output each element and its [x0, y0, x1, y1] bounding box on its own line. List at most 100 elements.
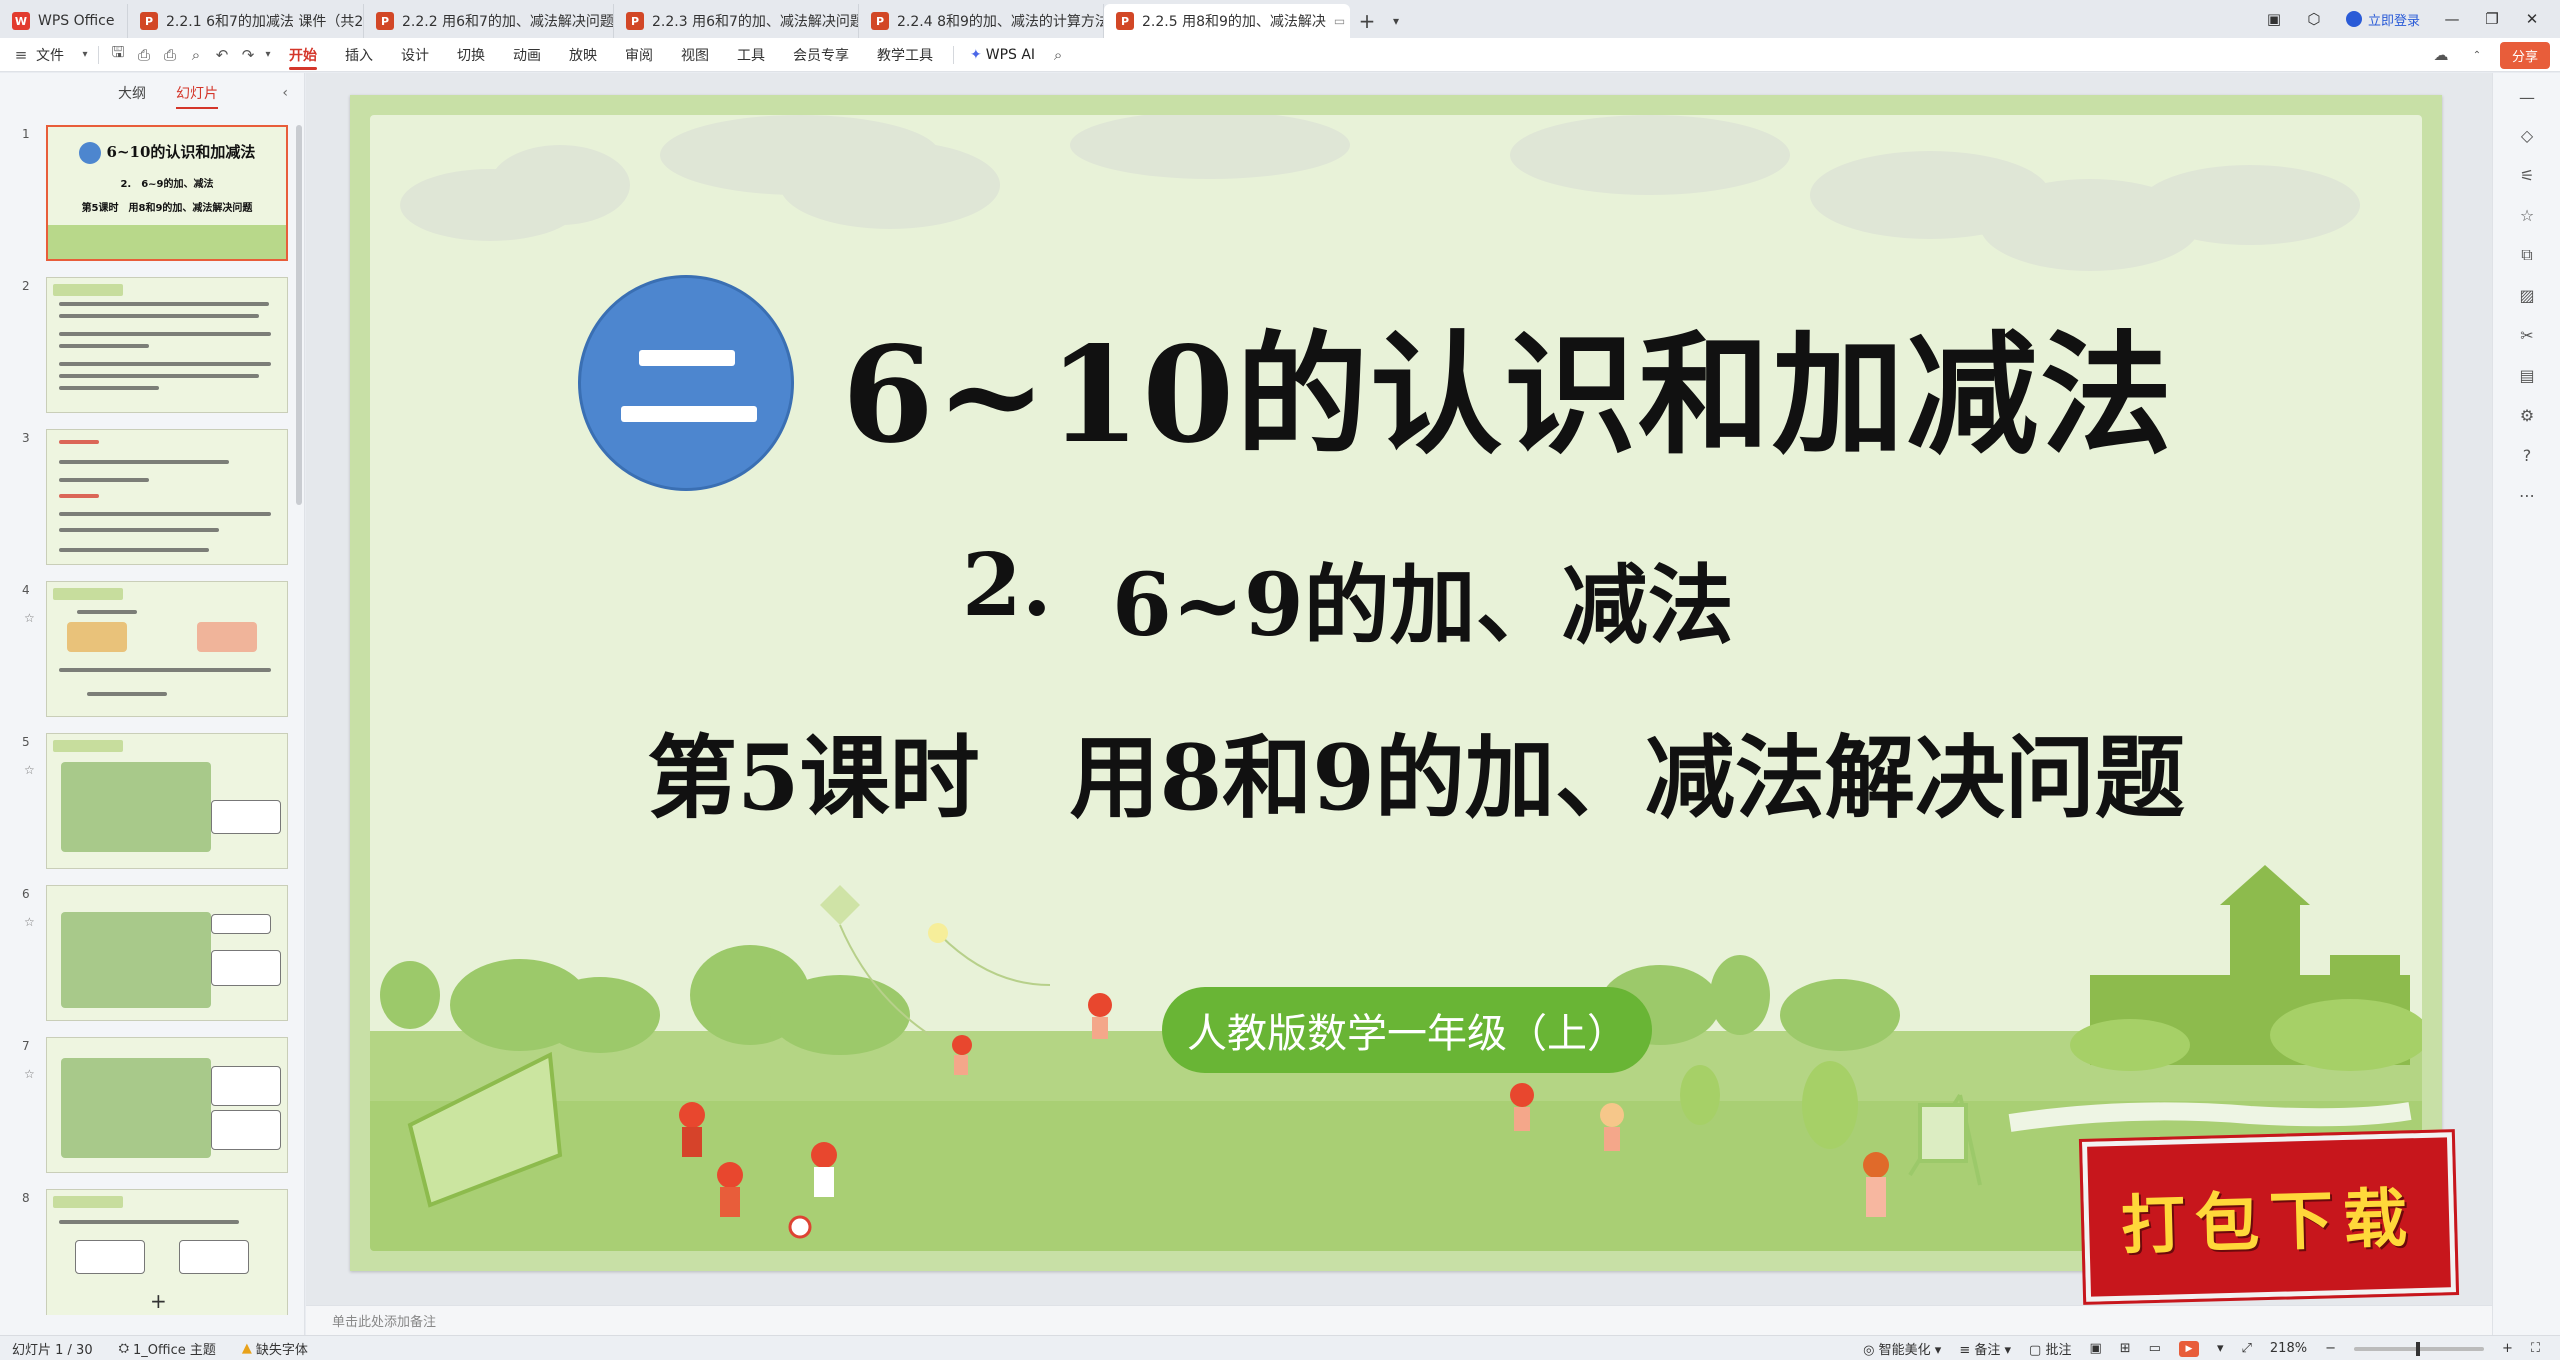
- help-icon[interactable]: ?: [2515, 443, 2539, 467]
- slide-thumbnail[interactable]: [46, 1037, 288, 1173]
- slide-thumbnail[interactable]: [46, 885, 288, 1021]
- fullscreen-icon[interactable]: ⛶: [2531, 1341, 2540, 1356]
- wps-ai-button[interactable]: ✦ WPS AI: [960, 47, 1045, 63]
- layers-icon[interactable]: ⧉: [2515, 243, 2539, 267]
- tab-document[interactable]: P 2.2.1 6和7的加减法 课件（共23张PPT: [128, 4, 364, 38]
- chevron-up-icon[interactable]: ⌃: [2464, 38, 2490, 72]
- collapse-panel-icon[interactable]: ‹: [282, 85, 288, 101]
- chevron-down-icon[interactable]: ▾: [78, 38, 92, 72]
- slide-thumbnail[interactable]: [46, 1189, 288, 1315]
- print-preview-icon[interactable]: ⌕: [183, 38, 209, 72]
- thumbnail-row[interactable]: 3: [0, 429, 300, 569]
- tab-outline[interactable]: 大纲: [118, 83, 146, 103]
- undo-icon[interactable]: ↶: [209, 38, 235, 72]
- zoom-slider[interactable]: [2353, 1341, 2484, 1356]
- slide[interactable]: 6~10的认识和加减法 2. 6~9的加、减法 第5课时 用8和9的加、减法解决…: [350, 95, 2442, 1271]
- thumbnail-row[interactable]: 1 6~10的认识和加减法 2. 6~9的加、减法 第5课时 用8和9的加、减法…: [0, 125, 300, 265]
- ribbon-tab-review[interactable]: 审阅: [611, 38, 667, 72]
- ribbon-tab-slideshow[interactable]: 放映: [555, 38, 611, 72]
- slide-thumbnail-selected[interactable]: 6~10的认识和加减法 2. 6~9的加、减法 第5课时 用8和9的加、减法解决…: [46, 125, 288, 261]
- tab-document-active[interactable]: P 2.2.5 用8和9的加、减法解决 ▭ ✕: [1104, 4, 1350, 38]
- star-icon[interactable]: ☆: [24, 915, 35, 929]
- tablet-mode-icon[interactable]: ▣: [2256, 4, 2292, 34]
- notes-pane[interactable]: 单击此处添加备注: [306, 1305, 2492, 1335]
- library-icon[interactable]: ▤: [2515, 363, 2539, 387]
- ribbon-tab-teaching[interactable]: 教学工具: [863, 38, 947, 72]
- cube-icon[interactable]: ⬡: [2296, 4, 2332, 34]
- cloud-sync-icon[interactable]: ☁: [2428, 38, 2454, 72]
- edition-label[interactable]: 人教版数学一年级（上）: [1162, 987, 1652, 1073]
- ribbon-tab-insert[interactable]: 插入: [331, 38, 387, 72]
- slide-thumbnail[interactable]: [46, 277, 288, 413]
- menu-icon[interactable]: ≡: [8, 38, 34, 72]
- zoom-out-icon[interactable]: −: [2325, 1341, 2336, 1356]
- file-menu[interactable]: 文件: [34, 38, 78, 72]
- zoom-slider-knob[interactable]: [2415, 1341, 2420, 1356]
- chevron-down-icon[interactable]: ▾: [261, 38, 275, 72]
- zoom-level[interactable]: 218%: [2270, 1341, 2307, 1356]
- login-button[interactable]: 立即登录: [2336, 10, 2430, 29]
- play-slideshow-icon[interactable]: ▶: [2178, 1340, 2199, 1357]
- slide-thumbnail[interactable]: [46, 733, 288, 869]
- minimize-pane-icon[interactable]: —: [2515, 85, 2539, 109]
- close-window-icon[interactable]: ✕: [2514, 4, 2550, 34]
- comments-toggle[interactable]: ▢ 批注: [2029, 1339, 2071, 1358]
- reading-view-icon[interactable]: ▭: [2149, 1341, 2161, 1356]
- ribbon-tab-animations[interactable]: 动画: [499, 38, 555, 72]
- thumbnail-row[interactable]: 5 ☆: [0, 733, 300, 873]
- minimize-icon[interactable]: —: [2434, 4, 2470, 34]
- chevron-down-icon[interactable]: ▾: [1384, 4, 1408, 38]
- ribbon-tab-design[interactable]: 设计: [387, 38, 443, 72]
- print-icon[interactable]: ⎙: [157, 38, 183, 72]
- slide-canvas[interactable]: 6~10的认识和加减法 2. 6~9的加、减法 第5课时 用8和9的加、减法解决…: [306, 73, 2492, 1305]
- zoom-in-icon[interactable]: +: [2502, 1341, 2513, 1356]
- lesson-title[interactable]: 第5课时 用8和9的加、减法解决问题: [506, 705, 2326, 835]
- section-number[interactable]: 2.: [962, 535, 1052, 636]
- shapes-icon[interactable]: ◇: [2515, 123, 2539, 147]
- chevron-down-icon[interactable]: ▾: [2217, 1341, 2224, 1356]
- adjust-icon[interactable]: ⚟: [2515, 163, 2539, 187]
- missing-font-button[interactable]: ▲ 缺失字体: [242, 1339, 308, 1358]
- ribbon-tab-transitions[interactable]: 切换: [443, 38, 499, 72]
- new-tab-button[interactable]: +: [1350, 4, 1384, 38]
- ribbon-tab-member[interactable]: 会员专享: [779, 38, 863, 72]
- ribbon-tab-home[interactable]: 开始: [275, 38, 331, 72]
- sorter-view-icon[interactable]: ⊞: [2120, 1341, 2131, 1356]
- thumbnail-row[interactable]: 6 ☆: [0, 885, 300, 1025]
- add-slide-button[interactable]: +: [150, 1289, 167, 1313]
- star-icon[interactable]: ☆: [2515, 203, 2539, 227]
- thumbnail-scrollbar[interactable]: [296, 125, 302, 505]
- tab-document[interactable]: P 2.2.3 用6和7的加、减法解决问题（: [614, 4, 859, 38]
- share-button[interactable]: 分享: [2499, 41, 2550, 69]
- tools-icon[interactable]: ✂: [2515, 323, 2539, 347]
- section-title[interactable]: 6~9的加、减法: [1112, 535, 1734, 660]
- thumbnail-row[interactable]: 2: [0, 277, 300, 417]
- restore-icon[interactable]: ❐: [2474, 4, 2510, 34]
- search-icon[interactable]: ⌕: [1045, 38, 1071, 72]
- star-icon[interactable]: ☆: [24, 763, 35, 777]
- thumbnail-row[interactable]: 7 ☆: [0, 1037, 300, 1177]
- picture-icon[interactable]: ▨: [2515, 283, 2539, 307]
- star-icon[interactable]: ☆: [24, 611, 35, 625]
- save-icon[interactable]: 🖫: [105, 38, 131, 72]
- tab-document[interactable]: P 2.2.4 8和9的加、减法的计算方法 课: [859, 4, 1104, 38]
- export-pdf-icon[interactable]: ⎙: [131, 38, 157, 72]
- slide-thumbnail[interactable]: [46, 581, 288, 717]
- ribbon-tab-tools[interactable]: 工具: [723, 38, 779, 72]
- slide-thumbnail[interactable]: [46, 429, 288, 565]
- tab-slides[interactable]: 幻灯片: [176, 83, 218, 109]
- normal-view-icon[interactable]: ▣: [2089, 1341, 2101, 1356]
- tab-wps-home[interactable]: W WPS Office: [0, 4, 128, 38]
- ribbon-tab-view[interactable]: 视图: [667, 38, 723, 72]
- settings-icon[interactable]: ⚙: [2515, 403, 2539, 427]
- notes-toggle[interactable]: ≡ 备注 ▾: [1959, 1339, 2011, 1358]
- tab-document[interactable]: P 2.2.2 用6和7的加、减法解决问题（: [364, 4, 614, 38]
- download-stamp[interactable]: 打包下载: [2078, 1129, 2460, 1305]
- more-icon[interactable]: ⋯: [2515, 483, 2539, 507]
- theme-label[interactable]: ⛭ 1_Office 主题: [119, 1339, 216, 1358]
- fit-window-icon[interactable]: ⤢: [2242, 1341, 2252, 1356]
- redo-icon[interactable]: ↷: [235, 38, 261, 72]
- star-icon[interactable]: ☆: [24, 1067, 35, 1081]
- thumbnail-row[interactable]: 4 ☆: [0, 581, 300, 721]
- smart-beautify-button[interactable]: ◎ 智能美化 ▾: [1863, 1339, 1941, 1358]
